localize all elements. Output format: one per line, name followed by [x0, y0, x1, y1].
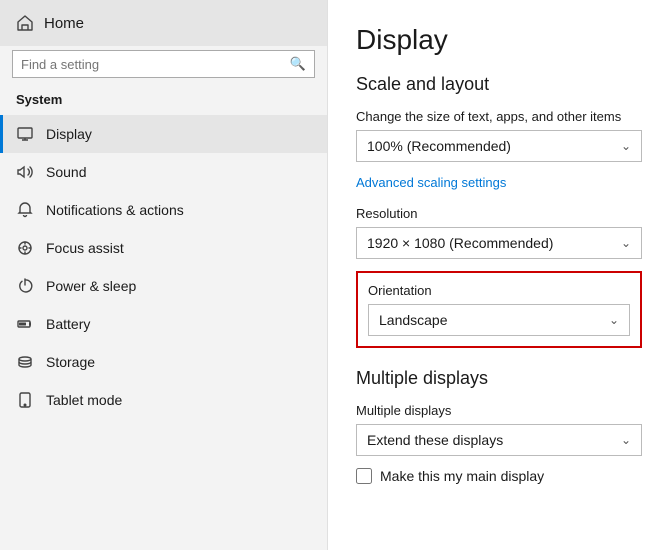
sidebar-item-storage[interactable]: Storage	[0, 343, 327, 381]
tablet-label: Tablet mode	[46, 392, 122, 408]
orientation-label: Orientation	[368, 283, 630, 298]
sidebar: Home 🔍 System Display Sound	[0, 0, 328, 550]
power-icon	[16, 277, 34, 295]
home-icon	[16, 14, 34, 32]
main-display-label: Make this my main display	[380, 468, 544, 484]
search-input[interactable]	[21, 57, 284, 72]
multiple-displays-section: Multiple displays Multiple displays Exte…	[356, 368, 642, 484]
orientation-box: Orientation Landscape ⌄	[356, 271, 642, 348]
focus-icon	[16, 239, 34, 257]
display-label: Display	[46, 126, 92, 142]
main-display-row[interactable]: Make this my main display	[356, 468, 642, 484]
main-content: Display Scale and layout Change the size…	[328, 0, 670, 550]
sidebar-item-tablet[interactable]: Tablet mode	[0, 381, 327, 419]
focus-label: Focus assist	[46, 240, 124, 256]
multiple-dropdown[interactable]: Extend these displays ⌄	[356, 424, 642, 456]
orientation-value: Landscape	[379, 312, 448, 328]
orientation-chevron-icon: ⌄	[609, 313, 619, 327]
storage-icon	[16, 353, 34, 371]
scale-label: Change the size of text, apps, and other…	[356, 109, 642, 124]
sidebar-item-notifications[interactable]: Notifications & actions	[0, 191, 327, 229]
search-box[interactable]: 🔍	[12, 50, 315, 78]
home-label: Home	[44, 15, 84, 32]
sound-label: Sound	[46, 164, 86, 180]
section-title: System	[0, 88, 327, 115]
battery-label: Battery	[46, 316, 90, 332]
scale-chevron-icon: ⌄	[621, 139, 631, 153]
notifications-label: Notifications & actions	[46, 202, 184, 218]
scale-section-title: Scale and layout	[356, 74, 642, 95]
battery-icon	[16, 315, 34, 333]
scale-dropdown[interactable]: 100% (Recommended) ⌄	[356, 130, 642, 162]
multiple-section-title: Multiple displays	[356, 368, 642, 389]
sidebar-item-display[interactable]: Display	[0, 115, 327, 153]
multiple-chevron-icon: ⌄	[621, 433, 631, 447]
storage-label: Storage	[46, 354, 95, 370]
page-title: Display	[356, 24, 642, 56]
resolution-chevron-icon: ⌄	[621, 236, 631, 250]
search-icon: 🔍	[290, 56, 306, 72]
tablet-icon	[16, 391, 34, 409]
resolution-value: 1920 × 1080 (Recommended)	[367, 235, 553, 251]
orientation-dropdown[interactable]: Landscape ⌄	[368, 304, 630, 336]
resolution-dropdown[interactable]: 1920 × 1080 (Recommended) ⌄	[356, 227, 642, 259]
power-label: Power & sleep	[46, 278, 136, 294]
multiple-value: Extend these displays	[367, 432, 503, 448]
notifications-icon	[16, 201, 34, 219]
multiple-label: Multiple displays	[356, 403, 642, 418]
main-display-checkbox[interactable]	[356, 468, 372, 484]
resolution-label: Resolution	[356, 206, 642, 221]
sidebar-item-battery[interactable]: Battery	[0, 305, 327, 343]
sidebar-item-sound[interactable]: Sound	[0, 153, 327, 191]
scale-value: 100% (Recommended)	[367, 138, 511, 154]
sound-icon	[16, 163, 34, 181]
sidebar-item-focus[interactable]: Focus assist	[0, 229, 327, 267]
sidebar-home[interactable]: Home	[0, 0, 327, 46]
sidebar-item-power[interactable]: Power & sleep	[0, 267, 327, 305]
advanced-scaling-link[interactable]: Advanced scaling settings	[356, 175, 506, 190]
display-icon	[16, 125, 34, 143]
